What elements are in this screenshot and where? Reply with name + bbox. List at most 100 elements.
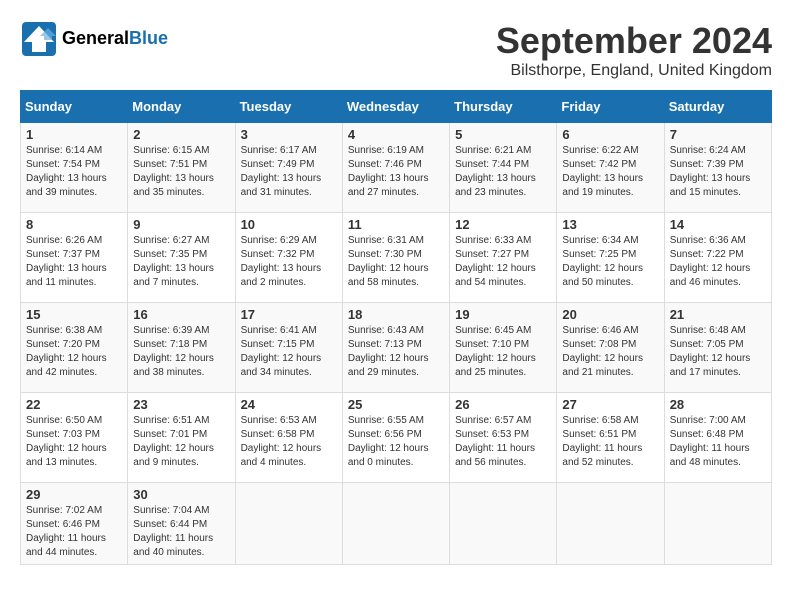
calendar-cell <box>557 483 664 565</box>
calendar-cell: 4 Sunrise: 6:19 AM Sunset: 7:46 PM Dayli… <box>342 123 449 213</box>
cell-info: Sunrise: 6:17 AM Sunset: 7:49 PM Dayligh… <box>241 144 337 200</box>
calendar-cell: 26 Sunrise: 6:57 AM Sunset: 6:53 PM Dayl… <box>450 393 557 483</box>
calendar-cell: 10 Sunrise: 6:29 AM Sunset: 7:32 PM Dayl… <box>235 213 342 303</box>
cell-info: Sunrise: 6:50 AM Sunset: 7:03 PM Dayligh… <box>26 414 122 470</box>
cell-info: Sunrise: 7:04 AM Sunset: 6:44 PM Dayligh… <box>133 504 229 560</box>
cell-info: Sunrise: 6:31 AM Sunset: 7:30 PM Dayligh… <box>348 234 444 290</box>
calendar-cell: 15 Sunrise: 6:38 AM Sunset: 7:20 PM Dayl… <box>21 303 128 393</box>
cell-info: Sunrise: 6:34 AM Sunset: 7:25 PM Dayligh… <box>562 234 658 290</box>
calendar-cell: 9 Sunrise: 6:27 AM Sunset: 7:35 PM Dayli… <box>128 213 235 303</box>
cell-info: Sunrise: 6:38 AM Sunset: 7:20 PM Dayligh… <box>26 324 122 380</box>
cell-info: Sunrise: 6:46 AM Sunset: 7:08 PM Dayligh… <box>562 324 658 380</box>
day-number: 6 <box>562 127 658 142</box>
day-number: 25 <box>348 397 444 412</box>
calendar-cell: 3 Sunrise: 6:17 AM Sunset: 7:49 PM Dayli… <box>235 123 342 213</box>
calendar-cell: 16 Sunrise: 6:39 AM Sunset: 7:18 PM Dayl… <box>128 303 235 393</box>
weekday-header: Saturday <box>664 91 771 123</box>
calendar-cell <box>450 483 557 565</box>
day-number: 3 <box>241 127 337 142</box>
day-number: 10 <box>241 217 337 232</box>
calendar-cell: 17 Sunrise: 6:41 AM Sunset: 7:15 PM Dayl… <box>235 303 342 393</box>
cell-info: Sunrise: 6:36 AM Sunset: 7:22 PM Dayligh… <box>670 234 766 290</box>
cell-info: Sunrise: 6:15 AM Sunset: 7:51 PM Dayligh… <box>133 144 229 200</box>
day-number: 9 <box>133 217 229 232</box>
calendar-cell: 23 Sunrise: 6:51 AM Sunset: 7:01 PM Dayl… <box>128 393 235 483</box>
cell-info: Sunrise: 6:55 AM Sunset: 6:56 PM Dayligh… <box>348 414 444 470</box>
weekday-header: Thursday <box>450 91 557 123</box>
cell-info: Sunrise: 6:33 AM Sunset: 7:27 PM Dayligh… <box>455 234 551 290</box>
weekday-header: Monday <box>128 91 235 123</box>
calendar-cell: 21 Sunrise: 6:48 AM Sunset: 7:05 PM Dayl… <box>664 303 771 393</box>
day-number: 29 <box>26 487 122 502</box>
logo-icon <box>20 20 58 58</box>
cell-info: Sunrise: 6:19 AM Sunset: 7:46 PM Dayligh… <box>348 144 444 200</box>
calendar-cell: 1 Sunrise: 6:14 AM Sunset: 7:54 PM Dayli… <box>21 123 128 213</box>
calendar-cell: 5 Sunrise: 6:21 AM Sunset: 7:44 PM Dayli… <box>450 123 557 213</box>
weekday-header: Tuesday <box>235 91 342 123</box>
calendar-week-row: 15 Sunrise: 6:38 AM Sunset: 7:20 PM Dayl… <box>21 303 772 393</box>
calendar-cell: 14 Sunrise: 6:36 AM Sunset: 7:22 PM Dayl… <box>664 213 771 303</box>
cell-info: Sunrise: 7:02 AM Sunset: 6:46 PM Dayligh… <box>26 504 122 560</box>
calendar-week-row: 1 Sunrise: 6:14 AM Sunset: 7:54 PM Dayli… <box>21 123 772 213</box>
cell-info: Sunrise: 6:26 AM Sunset: 7:37 PM Dayligh… <box>26 234 122 290</box>
calendar-week-row: 22 Sunrise: 6:50 AM Sunset: 7:03 PM Dayl… <box>21 393 772 483</box>
logo-text: GeneralBlue <box>62 29 168 49</box>
day-number: 30 <box>133 487 229 502</box>
calendar-week-row: 8 Sunrise: 6:26 AM Sunset: 7:37 PM Dayli… <box>21 213 772 303</box>
cell-info: Sunrise: 6:24 AM Sunset: 7:39 PM Dayligh… <box>670 144 766 200</box>
weekday-header: Wednesday <box>342 91 449 123</box>
calendar-cell: 24 Sunrise: 6:53 AM Sunset: 6:58 PM Dayl… <box>235 393 342 483</box>
day-number: 7 <box>670 127 766 142</box>
day-number: 13 <box>562 217 658 232</box>
location-subtitle: Bilsthorpe, England, United Kingdom <box>496 62 772 80</box>
cell-info: Sunrise: 6:58 AM Sunset: 6:51 PM Dayligh… <box>562 414 658 470</box>
calendar-cell: 11 Sunrise: 6:31 AM Sunset: 7:30 PM Dayl… <box>342 213 449 303</box>
calendar-cell: 28 Sunrise: 7:00 AM Sunset: 6:48 PM Dayl… <box>664 393 771 483</box>
cell-info: Sunrise: 6:29 AM Sunset: 7:32 PM Dayligh… <box>241 234 337 290</box>
calendar-cell: 27 Sunrise: 6:58 AM Sunset: 6:51 PM Dayl… <box>557 393 664 483</box>
day-number: 28 <box>670 397 766 412</box>
day-number: 18 <box>348 307 444 322</box>
calendar-cell: 18 Sunrise: 6:43 AM Sunset: 7:13 PM Dayl… <box>342 303 449 393</box>
calendar-cell: 29 Sunrise: 7:02 AM Sunset: 6:46 PM Dayl… <box>21 483 128 565</box>
day-number: 4 <box>348 127 444 142</box>
day-number: 8 <box>26 217 122 232</box>
day-number: 17 <box>241 307 337 322</box>
day-number: 16 <box>133 307 229 322</box>
calendar-cell: 19 Sunrise: 6:45 AM Sunset: 7:10 PM Dayl… <box>450 303 557 393</box>
title-block: September 2024 Bilsthorpe, England, Unit… <box>496 20 772 80</box>
calendar-cell: 2 Sunrise: 6:15 AM Sunset: 7:51 PM Dayli… <box>128 123 235 213</box>
day-number: 22 <box>26 397 122 412</box>
calendar-cell: 22 Sunrise: 6:50 AM Sunset: 7:03 PM Dayl… <box>21 393 128 483</box>
day-number: 14 <box>670 217 766 232</box>
cell-info: Sunrise: 6:41 AM Sunset: 7:15 PM Dayligh… <box>241 324 337 380</box>
calendar-cell: 20 Sunrise: 6:46 AM Sunset: 7:08 PM Dayl… <box>557 303 664 393</box>
calendar-cell: 7 Sunrise: 6:24 AM Sunset: 7:39 PM Dayli… <box>664 123 771 213</box>
calendar-cell: 25 Sunrise: 6:55 AM Sunset: 6:56 PM Dayl… <box>342 393 449 483</box>
month-title: September 2024 <box>496 20 772 62</box>
day-number: 15 <box>26 307 122 322</box>
cell-info: Sunrise: 6:39 AM Sunset: 7:18 PM Dayligh… <box>133 324 229 380</box>
day-number: 27 <box>562 397 658 412</box>
day-number: 11 <box>348 217 444 232</box>
logo: GeneralBlue <box>20 20 168 58</box>
cell-info: Sunrise: 7:00 AM Sunset: 6:48 PM Dayligh… <box>670 414 766 470</box>
calendar-cell: 30 Sunrise: 7:04 AM Sunset: 6:44 PM Dayl… <box>128 483 235 565</box>
calendar-cell <box>342 483 449 565</box>
calendar-week-row: 29 Sunrise: 7:02 AM Sunset: 6:46 PM Dayl… <box>21 483 772 565</box>
cell-info: Sunrise: 6:51 AM Sunset: 7:01 PM Dayligh… <box>133 414 229 470</box>
calendar-cell: 13 Sunrise: 6:34 AM Sunset: 7:25 PM Dayl… <box>557 213 664 303</box>
cell-info: Sunrise: 6:53 AM Sunset: 6:58 PM Dayligh… <box>241 414 337 470</box>
day-number: 5 <box>455 127 551 142</box>
cell-info: Sunrise: 6:27 AM Sunset: 7:35 PM Dayligh… <box>133 234 229 290</box>
calendar-cell: 6 Sunrise: 6:22 AM Sunset: 7:42 PM Dayli… <box>557 123 664 213</box>
cell-info: Sunrise: 6:57 AM Sunset: 6:53 PM Dayligh… <box>455 414 551 470</box>
cell-info: Sunrise: 6:43 AM Sunset: 7:13 PM Dayligh… <box>348 324 444 380</box>
weekday-header: Friday <box>557 91 664 123</box>
logo-general: General <box>62 28 129 48</box>
cell-info: Sunrise: 6:48 AM Sunset: 7:05 PM Dayligh… <box>670 324 766 380</box>
day-number: 21 <box>670 307 766 322</box>
calendar-cell <box>235 483 342 565</box>
day-number: 19 <box>455 307 551 322</box>
day-number: 12 <box>455 217 551 232</box>
